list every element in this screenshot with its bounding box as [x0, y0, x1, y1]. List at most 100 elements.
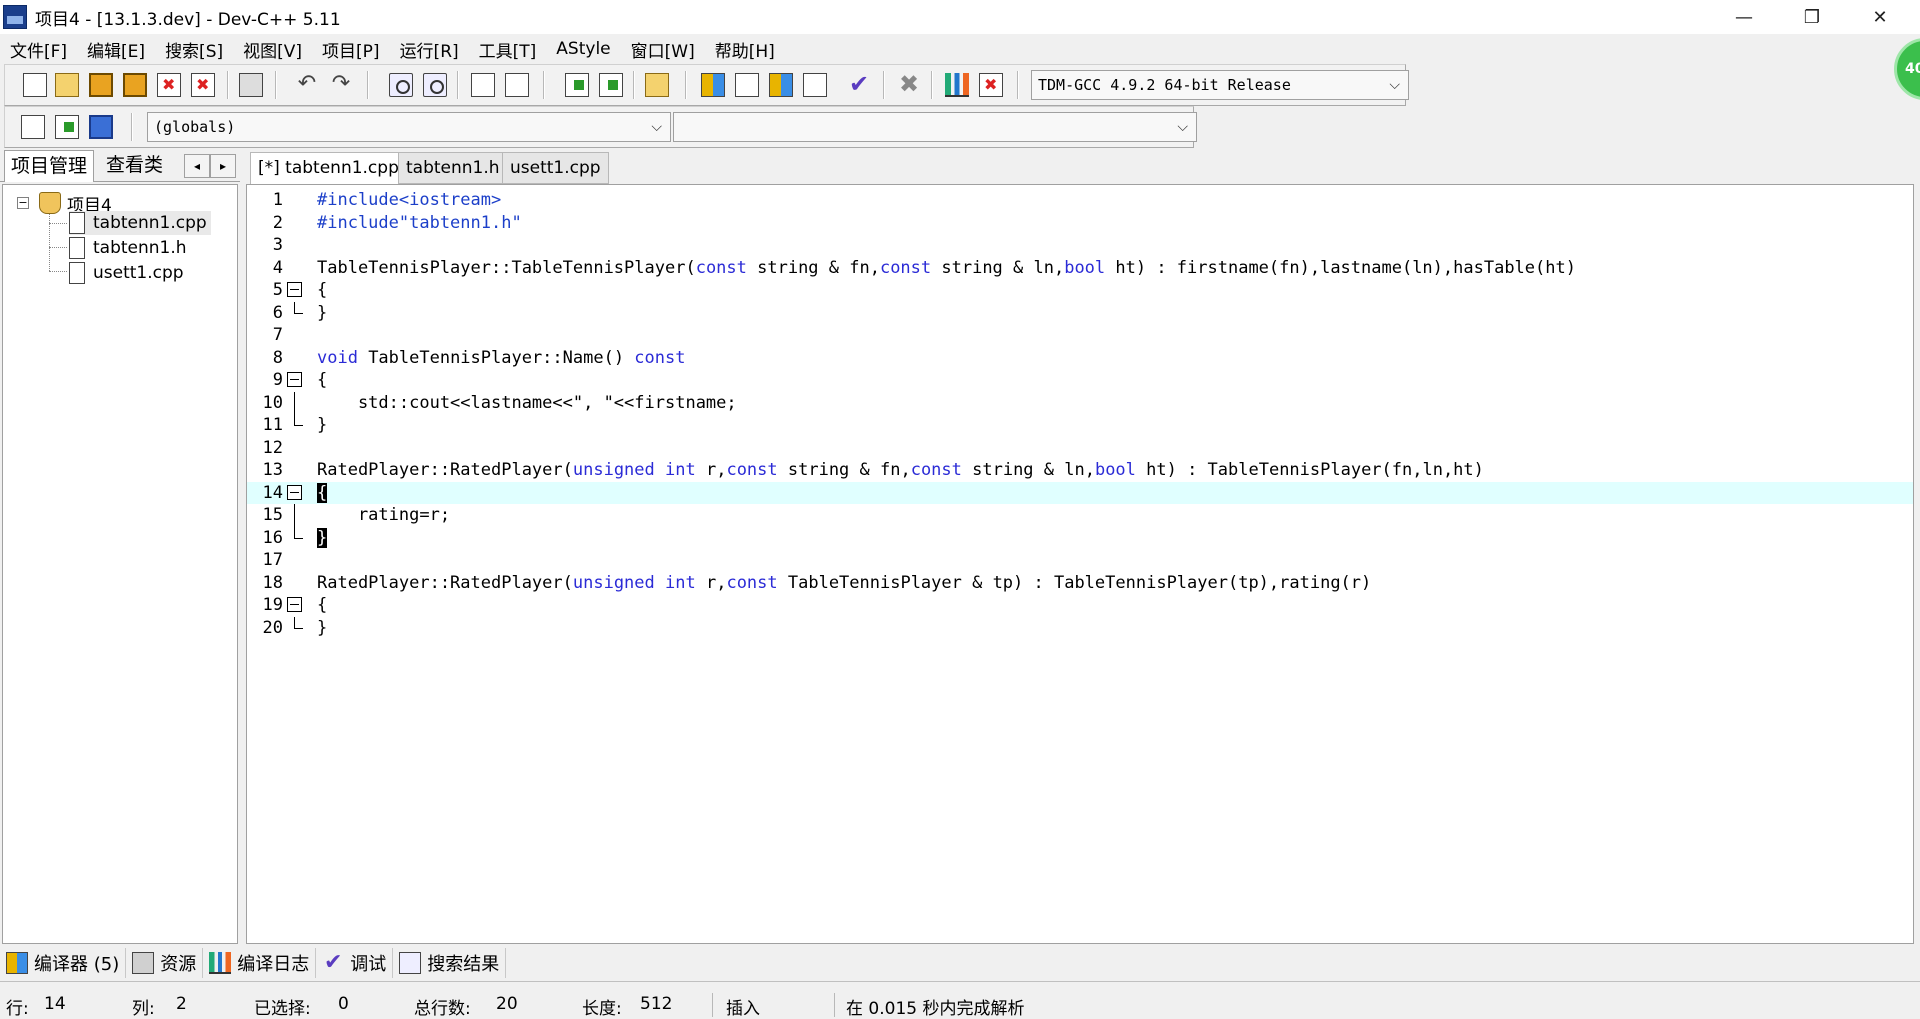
menu-project[interactable]: 项目[P]: [312, 37, 390, 62]
menu-help[interactable]: 帮助[H]: [705, 37, 785, 62]
compile-run-icon[interactable]: [769, 73, 793, 97]
code-line[interactable]: 14 {: [247, 481, 1913, 504]
stop-icon[interactable]: ✖: [897, 72, 921, 97]
tab-scroll-right-button[interactable]: ▸: [210, 154, 236, 178]
code-line[interactable]: 3: [247, 234, 1913, 257]
devcpp-app-icon[interactable]: [3, 5, 27, 29]
save-icon[interactable]: [89, 73, 113, 97]
menu-window[interactable]: 窗口[W]: [621, 37, 705, 62]
globals-select-value: (globals): [154, 118, 236, 136]
tab-tabtenn1-h[interactable]: tabtenn1.h: [398, 152, 508, 184]
code-line[interactable]: 1 #include<iostream>: [247, 189, 1913, 212]
code-line[interactable]: 4 TableTennisPlayer::TableTennisPlayer(co…: [247, 257, 1913, 280]
toggle-layout-icon[interactable]: [471, 73, 495, 97]
tab-compiler[interactable]: 编译器 (5): [0, 948, 127, 978]
minimize-button[interactable]: —: [1710, 0, 1778, 34]
function-select[interactable]: ⌵: [673, 112, 1197, 142]
menu-tools[interactable]: 工具[T]: [469, 37, 547, 62]
tab-tabtenn1-cpp[interactable]: [*] tabtenn1.cpp: [250, 152, 407, 186]
toggle-panel-icon[interactable]: [505, 73, 529, 97]
close-file-icon[interactable]: [157, 73, 181, 97]
code-line[interactable]: 10 std::cout<<lastname<<", "<<firstname;: [247, 391, 1913, 415]
tab-debug[interactable]: ✔ 调试: [316, 948, 394, 978]
code-token: string & fn,: [777, 460, 911, 480]
code-keyword: const: [879, 257, 932, 278]
insert-icon[interactable]: [21, 115, 45, 139]
chevron-down-icon[interactable]: ⌵: [1177, 113, 1188, 141]
tab-compile-log[interactable]: 编译日志: [203, 948, 317, 978]
fold-collapse-icon[interactable]: [287, 484, 302, 500]
main-toolbar: ↶ ↷ ✔ ✖ TDM-GCC 4.9.2 64-bit Release ⌵: [4, 64, 1409, 106]
project-options-icon[interactable]: [645, 73, 669, 97]
save-all-icon[interactable]: [123, 73, 147, 97]
code-token: RatedPlayer::RatedPlayer(: [317, 572, 573, 593]
compiler-select[interactable]: TDM-GCC 4.9.2 64-bit Release ⌵: [1031, 70, 1409, 100]
code-line[interactable]: 2 #include"tabtenn1.h": [247, 212, 1913, 235]
fold-collapse-icon[interactable]: [287, 372, 302, 387]
toggle-bookmark-icon[interactable]: [55, 115, 79, 139]
line-number: 18: [262, 572, 283, 593]
restore-button[interactable]: ❐: [1778, 0, 1846, 34]
code-line[interactable]: 13 RatedPlayer::RatedPlayer(unsigned int …: [247, 459, 1913, 482]
new-file-icon[interactable]: [23, 73, 47, 97]
menu-astyle[interactable]: AStyle: [546, 39, 620, 59]
chevron-down-icon[interactable]: ⌵: [1389, 71, 1400, 99]
code-line[interactable]: 12: [247, 437, 1913, 460]
collapse-icon[interactable]: −: [17, 197, 29, 209]
code-line[interactable]: 19 {: [247, 594, 1913, 617]
code-line[interactable]: 18 RatedPlayer::RatedPlayer(unsigned int …: [247, 572, 1913, 595]
menu-search[interactable]: 搜索[S]: [155, 37, 233, 62]
status-length-value: 512: [640, 994, 673, 1014]
code-editor[interactable]: 1 #include<iostream> 2 #include"tabtenn1.h"…: [246, 184, 1914, 944]
file-name: usett1.cpp: [93, 263, 184, 283]
tree-file-node[interactable]: tabtenn1.h: [69, 236, 187, 260]
compile-icon[interactable]: [701, 73, 725, 97]
menu-run[interactable]: 运行[R]: [390, 37, 469, 62]
tab-project-manager[interactable]: 项目管理: [4, 150, 95, 182]
chevron-down-icon[interactable]: ⌵: [651, 113, 662, 141]
syntax-check-icon[interactable]: ✔: [847, 72, 871, 97]
code-line[interactable]: 20}: [247, 616, 1913, 640]
find-icon[interactable]: [389, 73, 413, 97]
fold-collapse-icon[interactable]: [287, 597, 302, 612]
line-number: 1: [272, 190, 283, 210]
code-line[interactable]: 16}: [247, 526, 1913, 550]
status-col-label: 列:: [132, 999, 155, 1019]
menu-file[interactable]: 文件[F]: [0, 37, 77, 62]
close-window-button[interactable]: ✕: [1846, 0, 1914, 34]
code-text: std::cout<<lastname<<", "<<firstname;: [317, 392, 737, 415]
redo-icon[interactable]: ↷: [329, 73, 353, 97]
code-line[interactable]: 6}: [247, 301, 1913, 325]
code-line[interactable]: 11}: [247, 414, 1913, 437]
tab-scroll-left-button[interactable]: ◂: [184, 154, 210, 178]
rebuild-icon[interactable]: [803, 73, 827, 97]
fold-collapse-icon[interactable]: [287, 282, 302, 297]
profile-icon[interactable]: [945, 73, 969, 97]
code-line[interactable]: 8 void TableTennisPlayer::Name() const: [247, 347, 1913, 370]
menu-view[interactable]: 视图[V]: [233, 37, 312, 62]
run-icon[interactable]: [735, 73, 759, 97]
delete-profile-icon[interactable]: [979, 73, 1003, 97]
tab-resources[interactable]: 资源: [126, 948, 204, 978]
print-icon[interactable]: [239, 73, 263, 97]
code-line[interactable]: 5{: [247, 279, 1913, 302]
tab-usett1-cpp[interactable]: usett1.cpp: [502, 152, 609, 184]
menu-edit[interactable]: 编辑[E]: [77, 37, 155, 62]
tree-file-node[interactable]: usett1.cpp: [69, 261, 184, 285]
remove-from-project-icon[interactable]: [599, 73, 623, 97]
goto-bookmark-icon[interactable]: [89, 115, 113, 139]
code-line[interactable]: 7: [247, 324, 1913, 347]
code-line[interactable]: 15 rating=r;: [247, 504, 1913, 527]
code-line[interactable]: 17: [247, 549, 1913, 572]
tab-class-browser[interactable]: 查看类: [100, 150, 169, 182]
replace-icon[interactable]: [423, 73, 447, 97]
globals-select[interactable]: (globals) ⌵: [147, 112, 671, 142]
code-line[interactable]: 9{: [247, 369, 1913, 392]
tree-file-node[interactable]: tabtenn1.cpp: [69, 211, 211, 235]
add-to-project-icon[interactable]: [565, 73, 589, 97]
open-project-icon[interactable]: [55, 73, 79, 97]
close-all-icon[interactable]: [191, 73, 215, 97]
undo-icon[interactable]: ↶: [295, 73, 319, 97]
tab-search-results[interactable]: 搜索结果: [393, 948, 507, 978]
